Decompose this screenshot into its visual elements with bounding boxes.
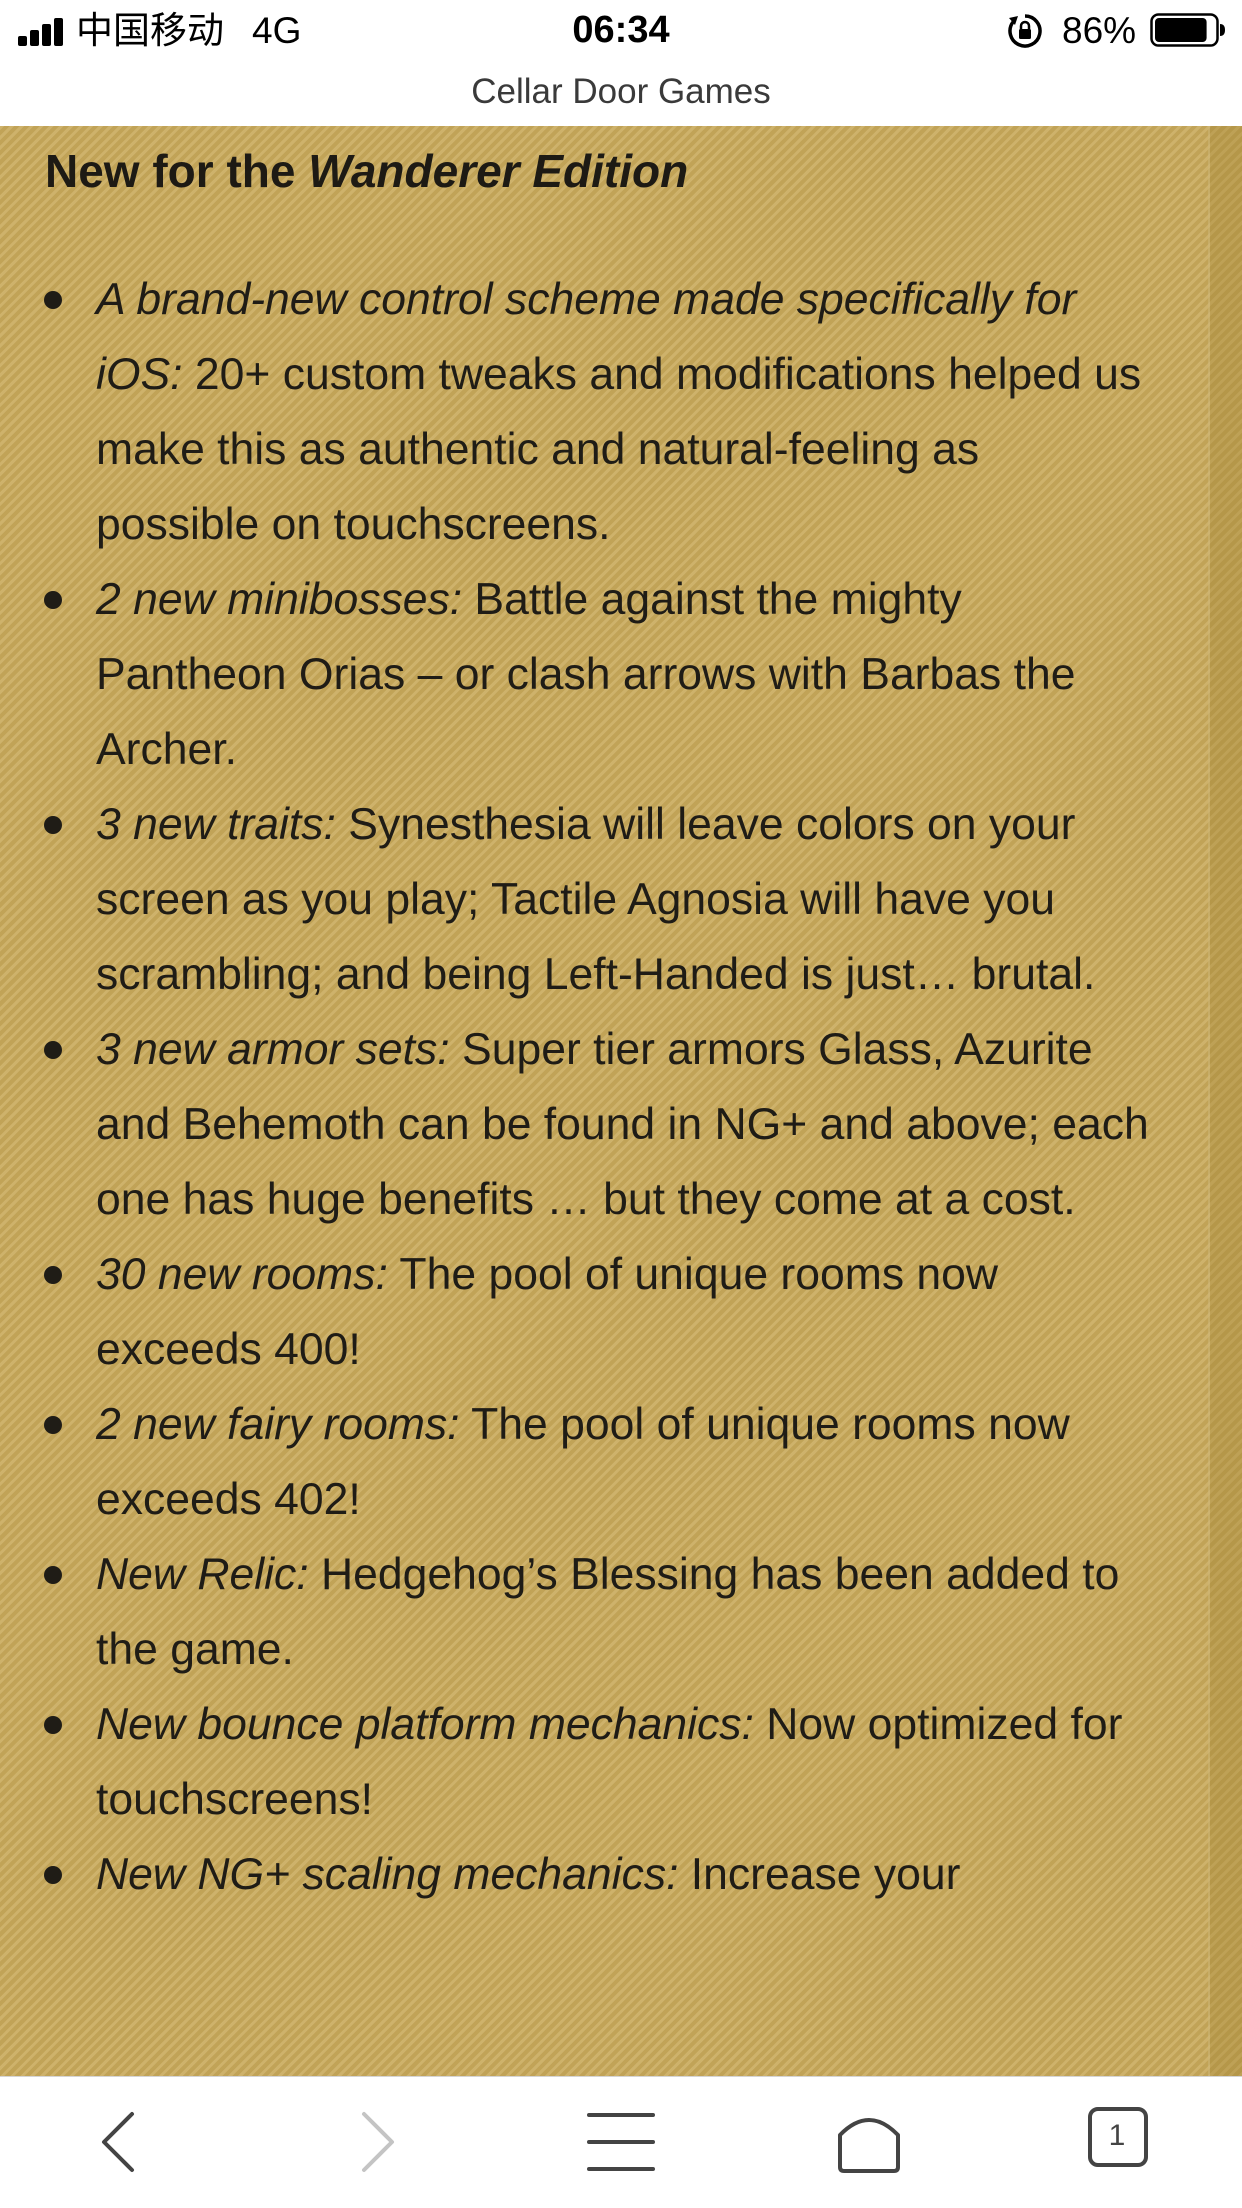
home-icon[interactable]	[834, 2107, 904, 2177]
page-title[interactable]: Cellar Door Games	[471, 70, 771, 114]
bullet-icon	[44, 1416, 62, 1434]
status-bar: 中国移动 4G 06:34 86%	[0, 0, 1242, 62]
tab-count: 1	[1108, 2119, 1126, 2152]
forward-arrow-icon[interactable]	[342, 2107, 412, 2177]
feature-lead: New Relic:	[96, 1550, 309, 1599]
feature-lead: 30 new rooms:	[96, 1250, 388, 1299]
list-item: 30 new rooms: The pool of unique rooms n…	[0, 1237, 1160, 1387]
content-border	[1208, 126, 1242, 2076]
tabs-icon[interactable]: 1	[1088, 2107, 1158, 2177]
feature-lead: 3 new armor sets:	[96, 1025, 450, 1074]
rotation-lock-icon	[1006, 12, 1044, 50]
list-item: 3 new armor sets: Super tier armors Glas…	[0, 1012, 1160, 1237]
list-item: New bounce platform mechanics: Now optim…	[0, 1687, 1160, 1837]
list-item: A brand-new control scheme made specific…	[0, 262, 1160, 562]
bullet-icon	[44, 816, 62, 834]
back-arrow-icon[interactable]	[84, 2107, 154, 2177]
section-heading: New for the Wanderer Edition	[45, 134, 688, 208]
feature-lead: 2 new fairy rooms:	[96, 1400, 460, 1449]
browser-screen: 中国移动 4G 06:34 86% Cellar Door Games New …	[0, 0, 1242, 2208]
web-content: New for the Wanderer Edition A brand-new…	[0, 126, 1242, 2076]
feature-text: 20+ custom tweaks and modifications help…	[96, 350, 1142, 549]
bullet-icon	[44, 591, 62, 609]
battery-icon	[1150, 13, 1226, 47]
bullet-icon	[44, 291, 62, 309]
battery-percentage: 86%	[1062, 10, 1137, 51]
list-item: New NG+ scaling mechanics: Increase your	[0, 1837, 1160, 1912]
bullet-icon	[44, 1566, 62, 1584]
bullet-icon	[44, 1866, 62, 1884]
list-item: New Relic: Hedgehog’s Blessing has been …	[0, 1537, 1160, 1687]
feature-lead: 3 new traits:	[96, 800, 336, 849]
feature-lead: New bounce platform mechanics:	[96, 1700, 754, 1749]
address-bar[interactable]: Cellar Door Games	[0, 62, 1242, 127]
clock: 06:34	[572, 9, 670, 51]
feature-lead: 2 new minibosses:	[96, 575, 463, 624]
heading-emphasis: Wanderer Edition	[308, 145, 689, 197]
list-item: 2 new minibosses: Battle against the mig…	[0, 562, 1160, 787]
feature-text: Increase your	[678, 1850, 961, 1899]
browser-toolbar: 1	[0, 2076, 1242, 2208]
bullet-icon	[44, 1266, 62, 1284]
feature-lead: New NG+ scaling mechanics:	[96, 1850, 679, 1899]
bullet-icon	[44, 1716, 62, 1734]
heading-prefix: New for the	[45, 145, 309, 197]
feature-list: A brand-new control scheme made specific…	[0, 262, 1160, 1912]
list-item: 3 new traits: Synesthesia will leave col…	[0, 787, 1160, 1012]
list-item: 2 new fairy rooms: The pool of unique ro…	[0, 1387, 1160, 1537]
bullet-icon	[44, 1041, 62, 1059]
menu-icon[interactable]	[586, 2107, 656, 2177]
